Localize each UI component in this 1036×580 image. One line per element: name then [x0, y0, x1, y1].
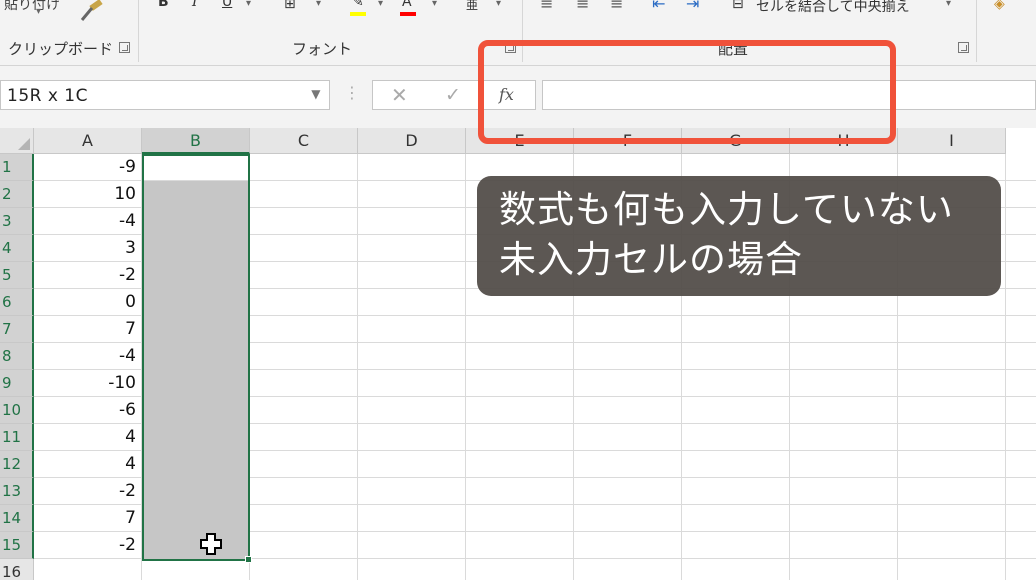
row-header-8[interactable]: 8 — [0, 343, 34, 370]
cell-a7[interactable]: 7 — [34, 316, 140, 343]
row-header-1[interactable]: 1 — [0, 154, 34, 181]
row-header-2[interactable]: 2 — [0, 181, 34, 208]
paste-dropdown-icon[interactable]: ▾ — [36, 6, 41, 24]
cell-a9[interactable]: -10 — [34, 370, 140, 397]
grid-vline — [1005, 154, 1006, 580]
row-header-3[interactable]: 3 — [0, 208, 34, 235]
italic-button[interactable]: I — [192, 0, 198, 12]
border-dropdown-icon[interactable]: ▾ — [316, 0, 321, 16]
row-header-15[interactable]: 15 — [0, 532, 34, 559]
number-format-icon[interactable]: ◈ — [994, 0, 1005, 14]
bold-button[interactable]: B — [158, 0, 169, 12]
font-color-dropdown-icon[interactable]: ▾ — [432, 0, 437, 16]
fill-handle[interactable] — [245, 556, 252, 563]
cell-a14[interactable]: 7 — [34, 505, 140, 532]
row-header-12[interactable]: 12 — [0, 451, 34, 478]
align-right-icon[interactable]: ≡ — [610, 0, 623, 13]
merge-icon[interactable]: ⊟ — [732, 0, 744, 14]
cell-a11[interactable]: 4 — [34, 424, 140, 451]
clipboard-launcher-icon[interactable] — [119, 42, 130, 53]
row-header-14[interactable]: 14 — [0, 505, 34, 532]
row-header-13[interactable]: 13 — [0, 478, 34, 505]
merge-center-button[interactable]: セルを結合して中央揃え — [756, 0, 910, 15]
selection-border — [142, 154, 250, 561]
formula-bar-highlight-frame — [478, 40, 896, 144]
column-header-i[interactable]: I — [898, 128, 1006, 154]
paste-label[interactable]: 貼り付け — [4, 0, 60, 14]
select-all-corner[interactable] — [0, 128, 34, 154]
row-header-7[interactable]: 7 — [0, 316, 34, 343]
font-group-label: フォント — [292, 40, 353, 58]
ribbon-separator — [976, 0, 977, 62]
column-header-a[interactable]: A — [34, 128, 142, 154]
formula-bar-grip-icon[interactable]: ⋮ — [344, 83, 360, 102]
format-painter-icon[interactable] — [76, 0, 104, 24]
cell-a1[interactable]: -9 — [34, 154, 140, 181]
merge-dropdown-icon[interactable]: ▾ — [946, 0, 951, 16]
cell-a10[interactable]: -6 — [34, 397, 140, 424]
name-box-dropdown-icon[interactable]: ▼ — [311, 87, 321, 101]
row-header-6[interactable]: 6 — [0, 289, 34, 316]
caption-line-2: 未入力セルの場合 — [499, 238, 803, 281]
cell-cursor-icon — [200, 533, 222, 555]
cell-a8[interactable]: -4 — [34, 343, 140, 370]
caption-line-1: 数式も何も入力していない — [499, 188, 954, 231]
name-box[interactable]: 15R x 1C ▼ — [0, 80, 330, 110]
align-center-icon[interactable]: ≡ — [576, 0, 589, 13]
clipboard-group-label: クリップボード — [8, 40, 114, 58]
row-header-5[interactable]: 5 — [0, 262, 34, 289]
cell-a12[interactable]: 4 — [34, 451, 140, 478]
name-box-value: 15R x 1C — [7, 86, 88, 106]
increase-indent-icon[interactable]: ⇥ — [686, 0, 699, 13]
row-header-16[interactable]: 16 — [0, 559, 34, 580]
cell-a4[interactable]: 3 — [34, 235, 140, 262]
cell-a5[interactable]: -2 — [34, 262, 140, 289]
row-header-9[interactable]: 9 — [0, 370, 34, 397]
cell-a13[interactable]: -2 — [34, 478, 140, 505]
column-header-d[interactable]: D — [358, 128, 466, 154]
decrease-indent-icon[interactable]: ⇤ — [652, 0, 665, 13]
row-header-10[interactable]: 10 — [0, 397, 34, 424]
enter-check-icon[interactable]: ✓ — [445, 84, 461, 106]
font-color-button[interactable]: A — [402, 0, 412, 12]
cell-a15[interactable]: -2 — [34, 532, 140, 559]
phonetic-icon[interactable]: 亜 — [466, 0, 478, 14]
highlight-icon[interactable]: ✎ — [352, 0, 364, 12]
cancel-icon[interactable]: ✕ — [391, 83, 408, 107]
alignment-launcher-icon[interactable] — [958, 42, 969, 53]
highlight-dropdown-icon[interactable]: ▾ — [378, 0, 383, 16]
cell-a6[interactable]: 0 — [34, 289, 140, 316]
align-left-icon[interactable]: ≡ — [540, 0, 553, 13]
row-header-11[interactable]: 11 — [0, 424, 34, 451]
row-header-4[interactable]: 4 — [0, 235, 34, 262]
ribbon-separator — [138, 0, 139, 62]
phonetic-dropdown-icon[interactable]: ▾ — [496, 0, 501, 16]
underline-button[interactable]: U — [222, 0, 232, 12]
cell-a3[interactable]: -4 — [34, 208, 140, 235]
column-header-c[interactable]: C — [250, 128, 358, 154]
border-icon[interactable]: ⊞ — [284, 0, 296, 14]
grid-vline — [357, 154, 358, 580]
underline-dropdown-icon[interactable]: ▾ — [246, 0, 251, 16]
column-header-b[interactable]: B — [142, 128, 250, 154]
cell-a2[interactable]: 10 — [34, 181, 140, 208]
highlight-color-bar — [350, 12, 366, 16]
font-color-bar — [400, 12, 416, 16]
caption-box: 数式も何も入力していない 未入力セルの場合 — [477, 176, 1001, 296]
grid-vline — [465, 154, 466, 580]
